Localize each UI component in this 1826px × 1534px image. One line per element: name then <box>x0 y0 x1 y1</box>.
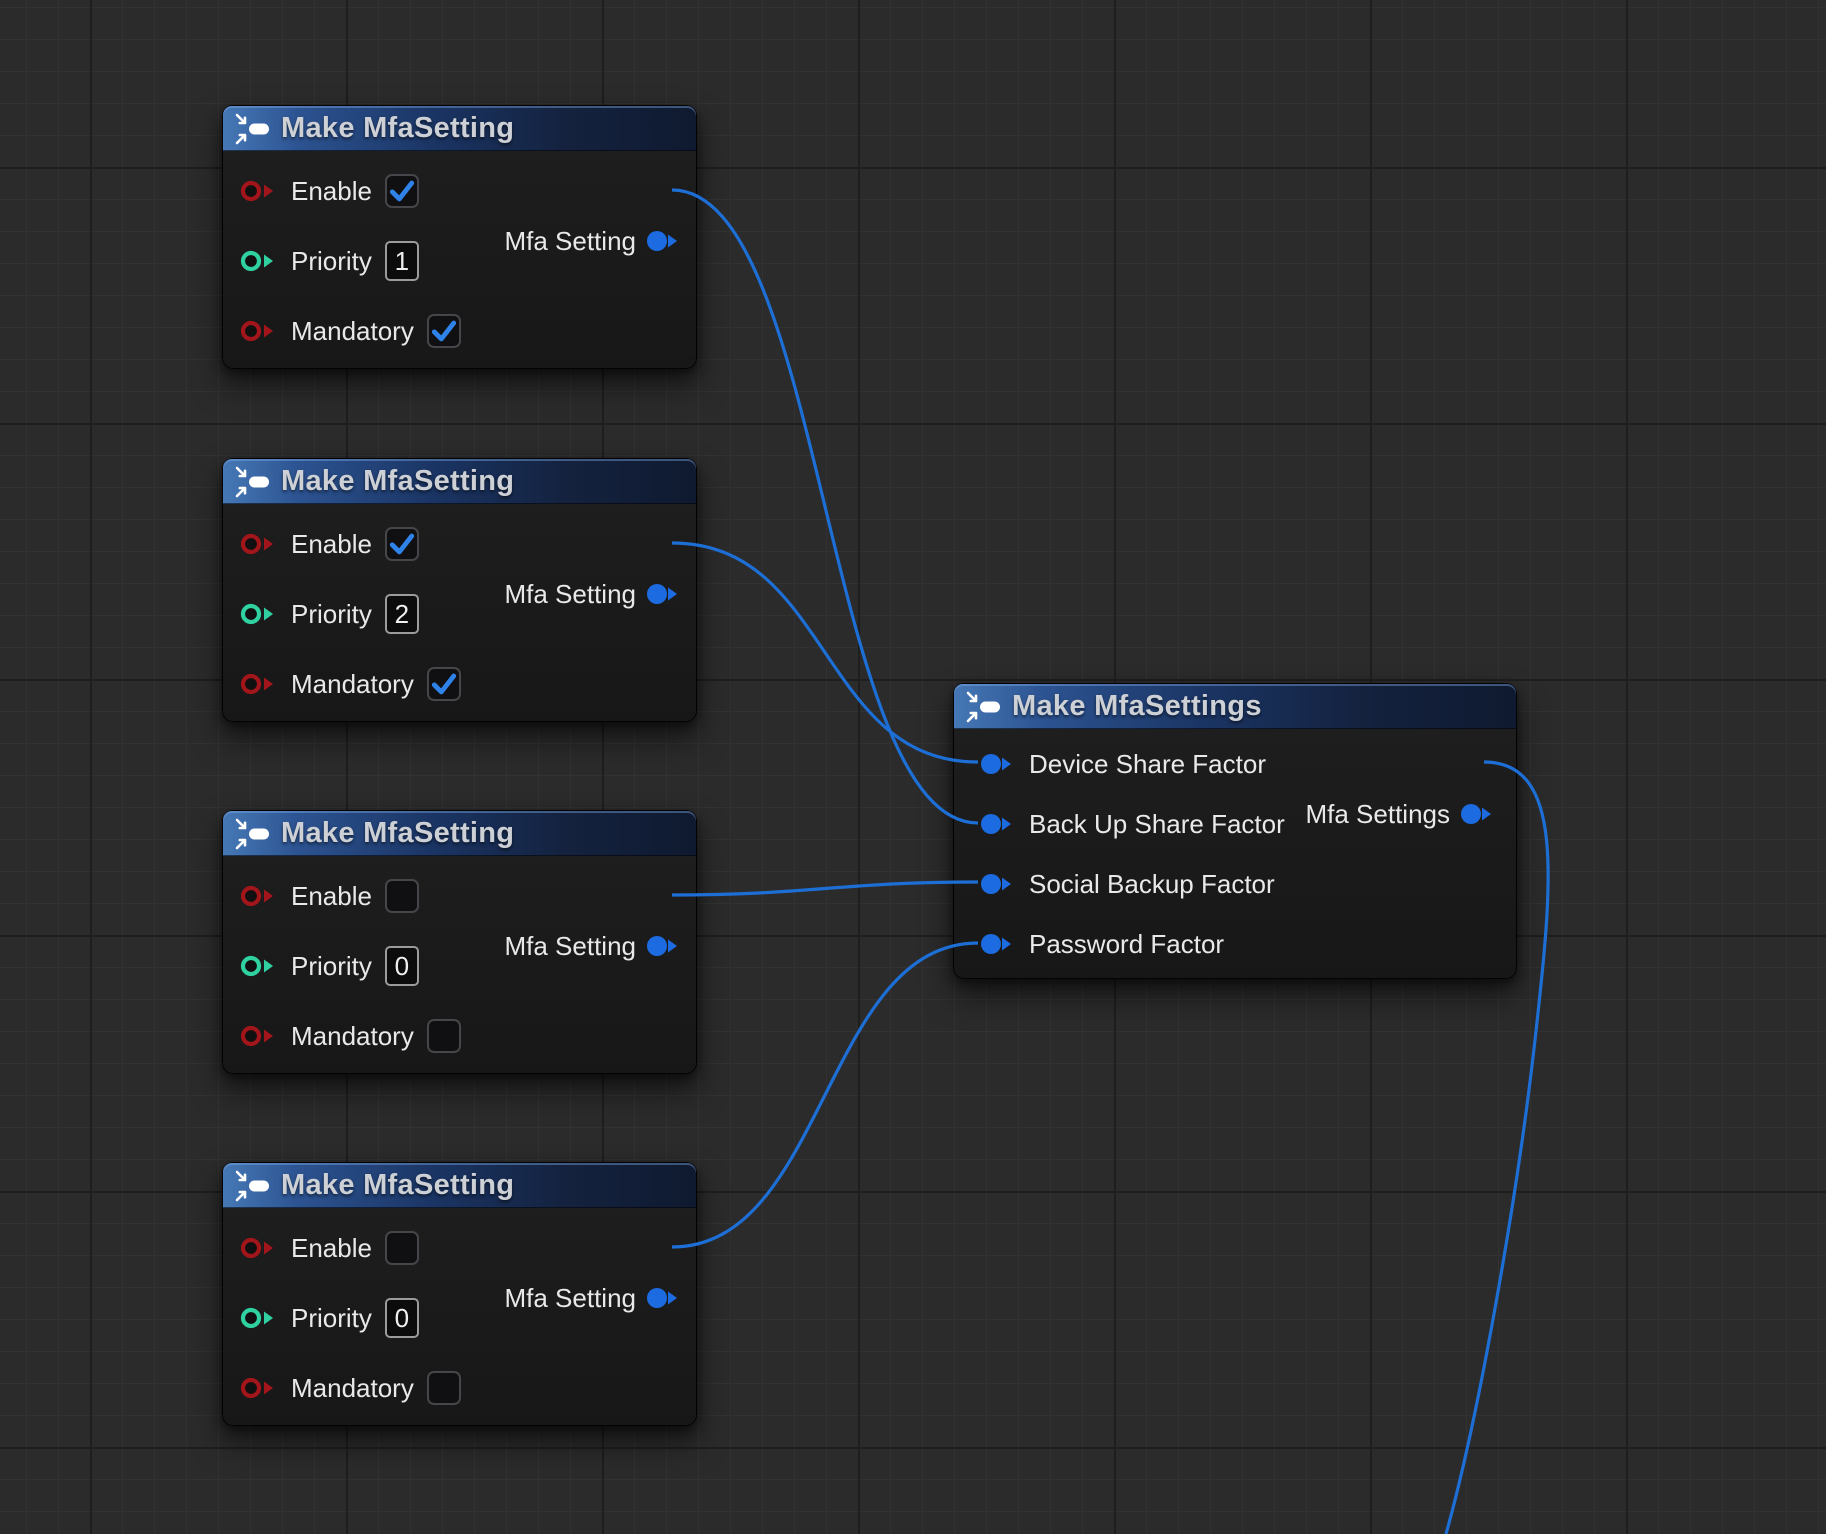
pin-row-output: Mfa Setting <box>504 911 684 981</box>
enable-checkbox[interactable] <box>385 879 419 913</box>
back-up-share-factor-pin[interactable] <box>980 811 1018 837</box>
pin-row-mandatory: Mandatory <box>223 649 696 719</box>
mfa-setting-output-pin[interactable] <box>646 581 684 607</box>
pin-row-mandatory: Mandatory <box>223 1001 696 1071</box>
mandatory-pin-bool[interactable] <box>240 1023 278 1049</box>
make-struct-icon <box>235 466 271 498</box>
priority-value-input[interactable]: 2 <box>385 594 419 634</box>
mfa-setting-output-pin[interactable] <box>646 1285 684 1311</box>
node-header: Make MfaSetting <box>223 106 696 151</box>
mfa-settings-output-label: Mfa Settings <box>1305 799 1450 830</box>
node-make-mfasetting-2[interactable]: Make MfaSetting Enable Priority 2 Mandat… <box>222 458 697 722</box>
mandatory-label: Mandatory <box>291 1021 414 1052</box>
blueprint-graph-canvas[interactable]: { "colors": { "wire": "#1d6fd6", "pin-bo… <box>0 0 1826 1534</box>
mfa-setting-output-label: Mfa Setting <box>504 579 636 610</box>
mfa-setting-output-label: Mfa Setting <box>504 226 636 257</box>
pin-row-output: Mfa Setting <box>504 1263 684 1333</box>
wire-node4-to-password-factor[interactable] <box>672 943 978 1247</box>
priority-value-input[interactable]: 0 <box>385 1298 419 1338</box>
check-icon <box>387 529 417 559</box>
priority-label: Priority <box>291 246 372 277</box>
mandatory-label: Mandatory <box>291 1373 414 1404</box>
enable-label: Enable <box>291 529 372 560</box>
device-share-factor-label: Device Share Factor <box>1029 749 1266 780</box>
pin-row-output: Mfa Setting <box>504 206 684 276</box>
enable-pin-bool[interactable] <box>240 178 278 204</box>
social-backup-factor-pin[interactable] <box>980 871 1018 897</box>
pin-row-output: Mfa Setting <box>504 559 684 629</box>
password-factor-label: Password Factor <box>1029 929 1224 960</box>
mfa-setting-output-pin[interactable] <box>646 228 684 254</box>
mfa-setting-output-pin[interactable] <box>646 933 684 959</box>
priority-label: Priority <box>291 599 372 630</box>
make-struct-icon <box>235 113 271 145</box>
mandatory-checkbox[interactable] <box>427 1371 461 1405</box>
pin-row-output: Mfa Settings <box>1305 784 1498 844</box>
back-up-share-factor-label: Back Up Share Factor <box>1029 809 1285 840</box>
mandatory-label: Mandatory <box>291 669 414 700</box>
node-make-mfasetting-4[interactable]: Make MfaSetting Enable Priority 0 Mandat… <box>222 1162 697 1426</box>
password-factor-pin[interactable] <box>980 931 1018 957</box>
make-struct-icon <box>966 691 1002 723</box>
enable-label: Enable <box>291 176 372 207</box>
mandatory-pin-bool[interactable] <box>240 1375 278 1401</box>
node-title: Make MfaSetting <box>281 465 514 498</box>
priority-pin-int[interactable] <box>240 601 278 627</box>
social-backup-factor-label: Social Backup Factor <box>1029 869 1275 900</box>
priority-value-input[interactable]: 0 <box>385 946 419 986</box>
mandatory-pin-bool[interactable] <box>240 318 278 344</box>
make-struct-icon <box>235 1170 271 1202</box>
mandatory-checkbox[interactable] <box>427 314 461 348</box>
pin-row-password-factor: Password Factor <box>954 914 1516 974</box>
mandatory-pin-bool[interactable] <box>240 671 278 697</box>
priority-pin-int[interactable] <box>240 953 278 979</box>
node-header: Make MfaSetting <box>223 459 696 504</box>
enable-checkbox[interactable] <box>385 1231 419 1265</box>
check-icon <box>429 316 459 346</box>
node-title: Make MfaSettings <box>1012 690 1262 723</box>
node-title: Make MfaSetting <box>281 817 514 850</box>
make-struct-icon <box>235 818 271 850</box>
device-share-factor-pin[interactable] <box>980 751 1018 777</box>
enable-label: Enable <box>291 1233 372 1264</box>
priority-pin-int[interactable] <box>240 1305 278 1331</box>
wire-node3-to-social-backup-factor[interactable] <box>672 882 978 895</box>
pin-row-mandatory: Mandatory <box>223 296 696 366</box>
node-title: Make MfaSetting <box>281 112 514 145</box>
node-title: Make MfaSetting <box>281 1169 514 1202</box>
node-make-mfasetting-1[interactable]: Make MfaSetting Enable Priority 1 Mandat… <box>222 105 697 369</box>
mandatory-label: Mandatory <box>291 316 414 347</box>
priority-pin-int[interactable] <box>240 248 278 274</box>
pin-row-mandatory: Mandatory <box>223 1353 696 1423</box>
pin-row-social-backup-factor: Social Backup Factor <box>954 854 1516 914</box>
check-icon <box>429 669 459 699</box>
node-make-mfasetting-3[interactable]: Make MfaSetting Enable Priority 0 Mandat… <box>222 810 697 1074</box>
wire-node1-to-backup-share-factor[interactable] <box>672 190 978 823</box>
enable-pin-bool[interactable] <box>240 531 278 557</box>
enable-checkbox[interactable] <box>385 174 419 208</box>
node-header: Make MfaSetting <box>223 811 696 856</box>
enable-checkbox[interactable] <box>385 527 419 561</box>
node-header: Make MfaSettings <box>954 684 1516 729</box>
mandatory-checkbox[interactable] <box>427 1019 461 1053</box>
node-header: Make MfaSetting <box>223 1163 696 1208</box>
mfa-settings-output-pin[interactable] <box>1460 801 1498 827</box>
node-make-mfasettings[interactable]: Make MfaSettings Device Share Factor Bac… <box>953 683 1517 979</box>
enable-label: Enable <box>291 881 372 912</box>
priority-label: Priority <box>291 951 372 982</box>
mfa-setting-output-label: Mfa Setting <box>504 931 636 962</box>
mandatory-checkbox[interactable] <box>427 667 461 701</box>
enable-pin-bool[interactable] <box>240 883 278 909</box>
priority-value-input[interactable]: 1 <box>385 241 419 281</box>
mfa-setting-output-label: Mfa Setting <box>504 1283 636 1314</box>
priority-label: Priority <box>291 1303 372 1334</box>
wire-node2-to-device-share-factor[interactable] <box>672 543 978 762</box>
enable-pin-bool[interactable] <box>240 1235 278 1261</box>
check-icon <box>387 176 417 206</box>
